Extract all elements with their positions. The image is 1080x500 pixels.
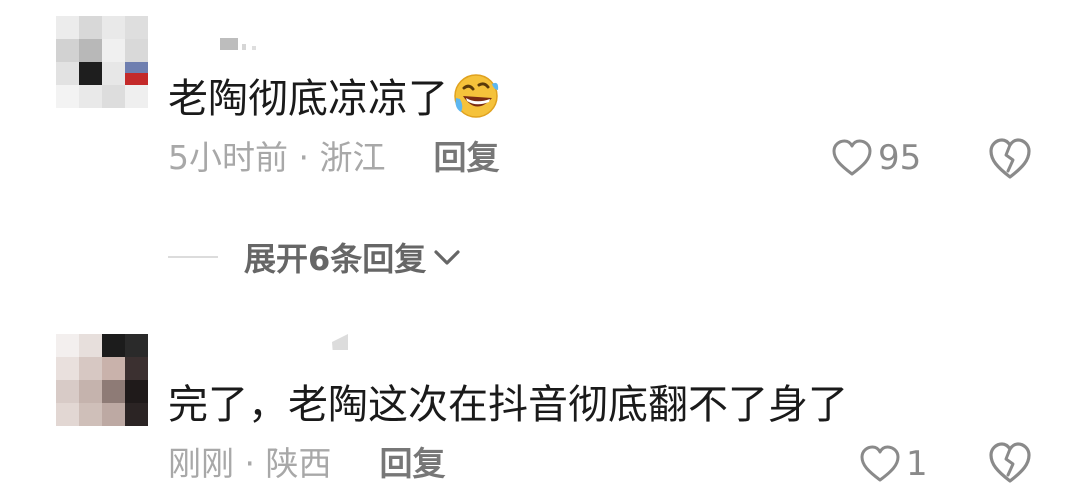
time-location: 5小时前 · 浙江 xyxy=(168,138,386,177)
comment-item: 完了，老陶这次在抖音彻底翻不了身了 刚刚 · 陕西 回复 1 xyxy=(0,320,1080,500)
comment-meta: 刚刚 · 陕西 回复 xyxy=(168,444,445,484)
broken-heart-icon xyxy=(989,138,1031,179)
avatar[interactable] xyxy=(56,16,148,108)
dislike-button[interactable] xyxy=(986,136,1034,182)
like-button[interactable]: 1 xyxy=(858,444,928,484)
username-redacted[interactable] xyxy=(170,334,360,350)
comment-body: 完了，老陶这次在抖音彻底翻不了身了 xyxy=(168,382,848,428)
avatar[interactable] xyxy=(56,334,148,426)
like-count: 1 xyxy=(906,444,928,484)
like-button[interactable]: 95 xyxy=(830,138,921,178)
divider-line xyxy=(168,256,218,258)
username-redacted[interactable] xyxy=(170,34,260,50)
chevron-down-icon xyxy=(434,250,460,265)
heart-outline-icon xyxy=(860,445,900,482)
like-count: 95 xyxy=(878,138,922,178)
reply-button[interactable]: 回复 xyxy=(379,444,445,483)
comment-text: 老陶彻底凉凉了 xyxy=(168,72,500,132)
time-location: 刚刚 · 陕西 xyxy=(168,444,332,483)
comment-item: 老陶彻底凉凉了 5小时前 · 浙江 回复 95 展开6条回复 xyxy=(0,0,1080,300)
expand-replies-button[interactable]: 展开6条回复 xyxy=(168,234,462,280)
broken-heart-icon xyxy=(989,442,1031,483)
dislike-button[interactable] xyxy=(986,440,1034,486)
heart-outline-icon xyxy=(832,139,872,176)
comment-text: 完了，老陶这次在抖音彻底翻不了身了 xyxy=(168,380,848,430)
reply-button[interactable]: 回复 xyxy=(433,138,499,177)
expand-replies-label: 展开6条回复 xyxy=(244,240,427,278)
rolling-laughing-emoji-icon xyxy=(452,72,500,132)
comment-meta: 5小时前 · 浙江 回复 xyxy=(168,138,499,178)
comment-body: 老陶彻底凉凉了 xyxy=(168,76,448,122)
